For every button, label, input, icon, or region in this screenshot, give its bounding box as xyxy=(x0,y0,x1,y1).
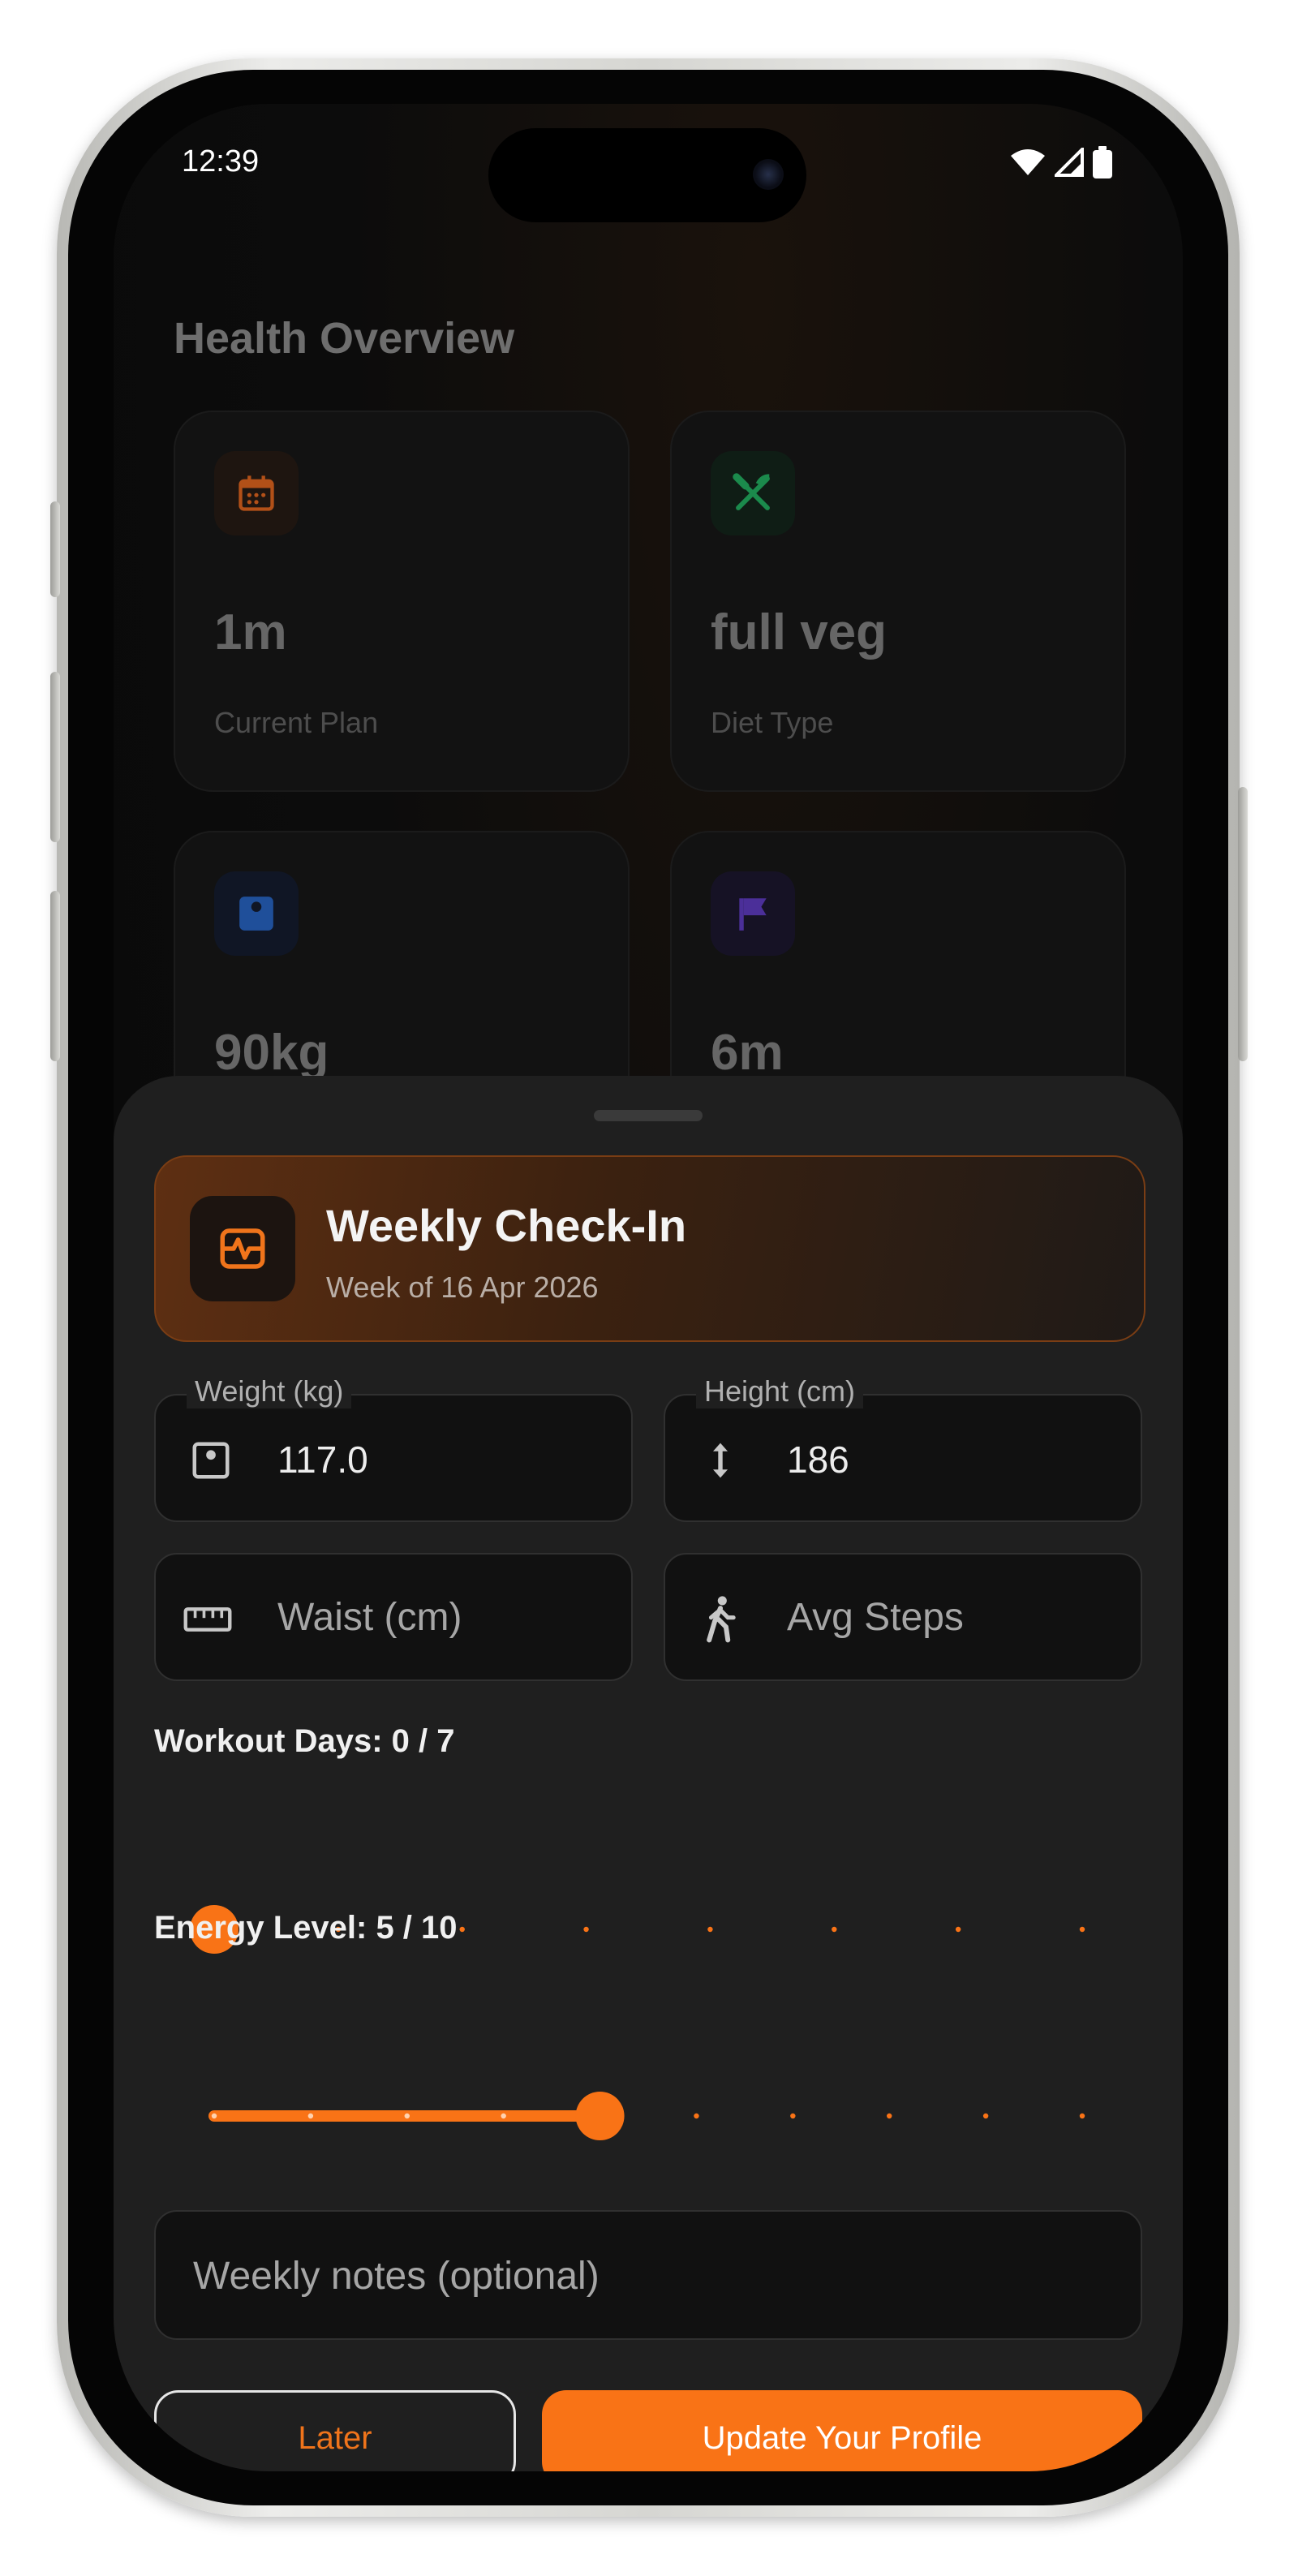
checkin-week: Week of 16 Apr 2026 xyxy=(326,1271,599,1304)
wifi-icon xyxy=(1011,149,1045,175)
status-time: 12:39 xyxy=(182,144,260,178)
screen: 12:39 Health Overview 1m Current Plan fu… xyxy=(114,104,1183,2471)
volume-up-button xyxy=(50,672,60,842)
slider-tick xyxy=(955,1926,961,1933)
activity-icon-tile xyxy=(190,1196,295,1301)
weekly-checkin-sheet: Weekly Check-In Week of 16 Apr 2026 Weig… xyxy=(114,1076,1183,2471)
slider-tick xyxy=(694,2113,699,2119)
battery-icon xyxy=(1093,146,1112,178)
goal-value: 6m xyxy=(711,1025,784,1081)
energy-level-label: Energy Level: 5 / 10 xyxy=(154,1910,458,1946)
flag-icon xyxy=(739,898,767,931)
weight-value: 90kg xyxy=(214,1025,329,1081)
slider-tick xyxy=(707,1926,713,1933)
sheet-drag-handle[interactable] xyxy=(594,1110,703,1121)
diet-type-card[interactable]: full veg Diet Type xyxy=(670,411,1126,792)
height-field-label: Height (cm) xyxy=(696,1374,864,1408)
slider-tick xyxy=(790,2113,796,2119)
weekly-notes-input[interactable]: Weekly notes (optional) xyxy=(193,2254,600,2299)
slider-tick xyxy=(832,1926,837,1933)
slider-tick xyxy=(501,2113,506,2119)
scale-icon xyxy=(187,1436,235,1485)
checkin-banner: Weekly Check-In Week of 16 Apr 2026 xyxy=(154,1155,1145,1342)
scale-icon xyxy=(239,897,273,931)
later-button[interactable]: Later xyxy=(154,2390,516,2471)
waist-input[interactable]: Waist (cm) xyxy=(277,1595,462,1640)
camera-icon xyxy=(753,159,784,190)
scale-icon-tile xyxy=(214,871,299,956)
weight-field-label: Weight (kg) xyxy=(187,1374,352,1408)
weight-field[interactable]: Weight (kg) 117.0 xyxy=(154,1374,633,1522)
slider-tick xyxy=(211,2113,217,2119)
power-button xyxy=(1238,787,1248,1061)
update-profile-button[interactable]: Update Your Profile xyxy=(542,2390,1142,2471)
slider-tick xyxy=(404,2113,410,2119)
slider-tick xyxy=(307,2113,314,2119)
checkin-title: Weekly Check-In xyxy=(326,1200,687,1251)
action-button xyxy=(50,501,60,597)
dynamic-island xyxy=(488,128,806,222)
health-overview-title: Health Overview xyxy=(174,314,515,363)
current-plan-label: Current Plan xyxy=(214,706,379,739)
fork-knife-icon xyxy=(733,473,770,510)
workout-days-label: Workout Days: 0 / 7 xyxy=(154,1723,455,1759)
calendar-icon xyxy=(239,475,274,511)
ruler-icon xyxy=(183,1595,232,1644)
walking-icon xyxy=(696,1595,745,1644)
slider-tick xyxy=(583,1926,589,1933)
diet-type-label: Diet Type xyxy=(711,706,834,739)
diet-type-value: full veg xyxy=(711,604,888,660)
height-input[interactable]: 186 xyxy=(787,1438,849,1482)
energy-level-slider[interactable] xyxy=(154,2084,1142,2148)
steps-field[interactable]: Avg Steps xyxy=(664,1553,1142,1681)
slider-tick xyxy=(887,2113,892,2119)
avg-steps-input[interactable]: Avg Steps xyxy=(787,1595,964,1640)
height-arrows-icon xyxy=(696,1436,745,1485)
cellular-signal-icon xyxy=(1055,148,1084,177)
diet-icon-tile xyxy=(711,451,795,535)
waist-field[interactable]: Waist (cm) xyxy=(154,1553,633,1681)
slider-tick xyxy=(459,1926,465,1933)
weight-input[interactable]: 117.0 xyxy=(277,1438,368,1482)
slider-tick xyxy=(982,2113,989,2119)
status-icons xyxy=(1009,146,1113,178)
flag-icon-tile xyxy=(711,871,795,956)
slider-tick xyxy=(1079,1926,1085,1933)
calendar-icon-tile xyxy=(214,451,299,535)
volume-down-button xyxy=(50,891,60,1061)
current-plan-card[interactable]: 1m Current Plan xyxy=(174,411,630,792)
weekly-notes-field[interactable]: Weekly notes (optional) xyxy=(154,2210,1142,2340)
height-field[interactable]: Height (cm) 186 xyxy=(664,1374,1142,1522)
activity-icon xyxy=(220,1228,265,1269)
current-plan-value: 1m xyxy=(214,604,287,660)
slider-thumb[interactable] xyxy=(575,2092,625,2140)
slider-tick xyxy=(1079,2113,1085,2119)
